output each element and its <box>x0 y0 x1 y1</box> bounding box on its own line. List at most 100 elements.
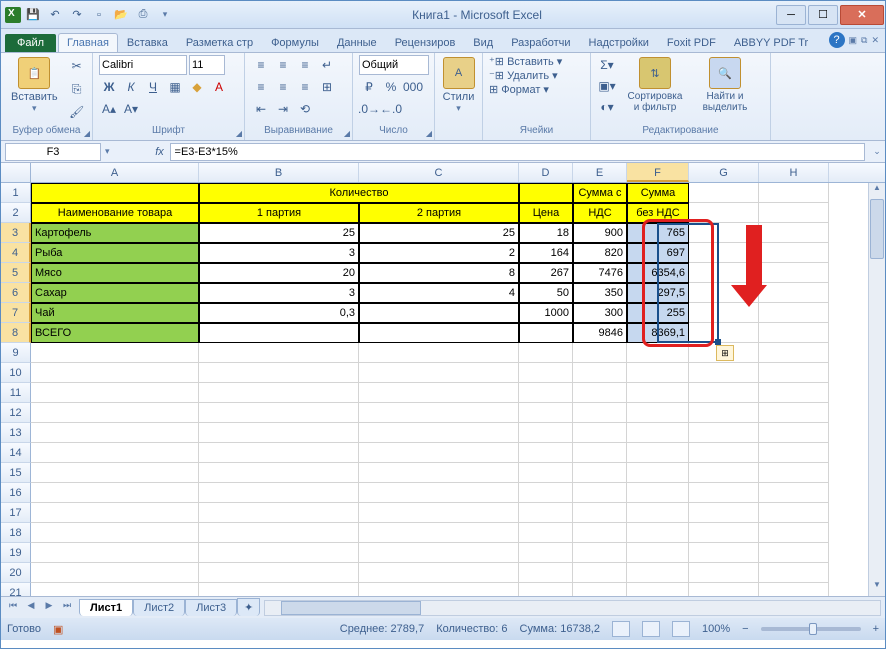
workbook-close-icon[interactable]: ✕ <box>871 35 879 46</box>
cell-H9[interactable] <box>759 343 829 363</box>
col-header-E[interactable]: E <box>573 163 627 182</box>
cell-E16[interactable] <box>573 483 627 503</box>
cell-B15[interactable] <box>199 463 359 483</box>
cell-C10[interactable] <box>359 363 519 383</box>
col-header-D[interactable]: D <box>519 163 573 182</box>
cell-F11[interactable] <box>627 383 689 403</box>
row-header-1[interactable]: 1 <box>1 183 31 203</box>
row-header-20[interactable]: 20 <box>1 563 31 583</box>
row-header-18[interactable]: 18 <box>1 523 31 543</box>
cell-E6[interactable]: 350 <box>573 283 627 303</box>
cell-B5[interactable]: 20 <box>199 263 359 283</box>
cell-G6[interactable] <box>689 283 759 303</box>
view-break-icon[interactable] <box>672 621 690 637</box>
cell-F14[interactable] <box>627 443 689 463</box>
select-all-corner[interactable] <box>1 163 31 182</box>
cell-H1[interactable] <box>759 183 829 203</box>
cell-G16[interactable] <box>689 483 759 503</box>
fill-icon[interactable]: ▣▾ <box>597 76 617 96</box>
tab-insert[interactable]: Вставка <box>118 33 177 52</box>
cell-D21[interactable] <box>519 583 573 596</box>
border-button[interactable]: ▦ <box>165 77 185 97</box>
col-header-A[interactable]: A <box>31 163 199 182</box>
autofill-options-icon[interactable]: ⊞ <box>716 345 734 361</box>
row-header-4[interactable]: 4 <box>1 243 31 263</box>
macro-record-icon[interactable]: ▣ <box>53 623 63 636</box>
name-box[interactable] <box>5 143 101 161</box>
cell-D8[interactable] <box>519 323 573 343</box>
cell-C21[interactable] <box>359 583 519 596</box>
row-header-2[interactable]: 2 <box>1 203 31 223</box>
shrink-font-icon[interactable]: A▾ <box>121 99 141 119</box>
row-header-15[interactable]: 15 <box>1 463 31 483</box>
tab-layout[interactable]: Разметка стр <box>177 33 262 52</box>
name-box-dropdown-icon[interactable]: ▾ <box>105 146 110 157</box>
cell-F12[interactable] <box>627 403 689 423</box>
cell-C3[interactable]: 25 <box>359 223 519 243</box>
cell-H12[interactable] <box>759 403 829 423</box>
cell-F16[interactable] <box>627 483 689 503</box>
cell-A3[interactable]: Картофель <box>31 223 199 243</box>
cell-D2[interactable]: Цена <box>519 203 573 223</box>
orientation-icon[interactable]: ⟲ <box>295 99 315 119</box>
view-layout-icon[interactable] <box>642 621 660 637</box>
sheet-first-icon[interactable]: ⏮ <box>5 600 21 616</box>
cell-C17[interactable] <box>359 503 519 523</box>
cell-E2[interactable]: НДС <box>573 203 627 223</box>
cell-D20[interactable] <box>519 563 573 583</box>
cell-H5[interactable] <box>759 263 829 283</box>
cell-C18[interactable] <box>359 523 519 543</box>
cell-E13[interactable] <box>573 423 627 443</box>
cell-A11[interactable] <box>31 383 199 403</box>
cell-A9[interactable] <box>31 343 199 363</box>
zoom-value[interactable]: 100% <box>702 623 730 635</box>
cell-A10[interactable] <box>31 363 199 383</box>
cell-D7[interactable]: 1000 <box>519 303 573 323</box>
cell-A8[interactable]: ВСЕГО <box>31 323 199 343</box>
cell-B4[interactable]: 3 <box>199 243 359 263</box>
scroll-up-icon[interactable]: ▲ <box>869 183 885 199</box>
row-header-3[interactable]: 3 <box>1 223 31 243</box>
cell-B14[interactable] <box>199 443 359 463</box>
formula-expand-icon[interactable]: ⌄ <box>869 146 885 157</box>
cell-B21[interactable] <box>199 583 359 596</box>
format-cells-button[interactable]: ⊞ Формат ▾ <box>489 83 549 96</box>
col-header-B[interactable]: B <box>199 163 359 182</box>
number-format-select[interactable] <box>359 55 429 75</box>
row-header-11[interactable]: 11 <box>1 383 31 403</box>
cell-F18[interactable] <box>627 523 689 543</box>
cell-B1C1[interactable]: Количество <box>199 183 519 203</box>
comma-icon[interactable]: 000 <box>403 77 423 97</box>
cell-B11[interactable] <box>199 383 359 403</box>
cell-H6[interactable] <box>759 283 829 303</box>
cell-B20[interactable] <box>199 563 359 583</box>
cell-G10[interactable] <box>689 363 759 383</box>
maximize-button[interactable]: ☐ <box>808 5 838 25</box>
cell-G11[interactable] <box>689 383 759 403</box>
cell-A18[interactable] <box>31 523 199 543</box>
cell-D12[interactable] <box>519 403 573 423</box>
cell-C12[interactable] <box>359 403 519 423</box>
cell-G5[interactable] <box>689 263 759 283</box>
cell-E8[interactable]: 9846 <box>573 323 627 343</box>
bold-button[interactable]: Ж <box>99 77 119 97</box>
number-launcher-icon[interactable]: ◢ <box>426 129 432 138</box>
cell-E11[interactable] <box>573 383 627 403</box>
cell-D13[interactable] <box>519 423 573 443</box>
cell-E19[interactable] <box>573 543 627 563</box>
fill-color-button[interactable]: ◆ <box>187 77 207 97</box>
cell-G14[interactable] <box>689 443 759 463</box>
cell-D10[interactable] <box>519 363 573 383</box>
view-normal-icon[interactable] <box>612 621 630 637</box>
cell-H7[interactable] <box>759 303 829 323</box>
row-header-8[interactable]: 8 <box>1 323 31 343</box>
cell-A6[interactable]: Сахар <box>31 283 199 303</box>
sheet-last-icon[interactable]: ⏭ <box>59 600 75 616</box>
italic-button[interactable]: К <box>121 77 141 97</box>
row-header-17[interactable]: 17 <box>1 503 31 523</box>
align-center-icon[interactable]: ≡ <box>273 77 293 97</box>
cell-G21[interactable] <box>689 583 759 596</box>
cell-B3[interactable]: 25 <box>199 223 359 243</box>
cell-G17[interactable] <box>689 503 759 523</box>
cell-C2[interactable]: 2 партия <box>359 203 519 223</box>
